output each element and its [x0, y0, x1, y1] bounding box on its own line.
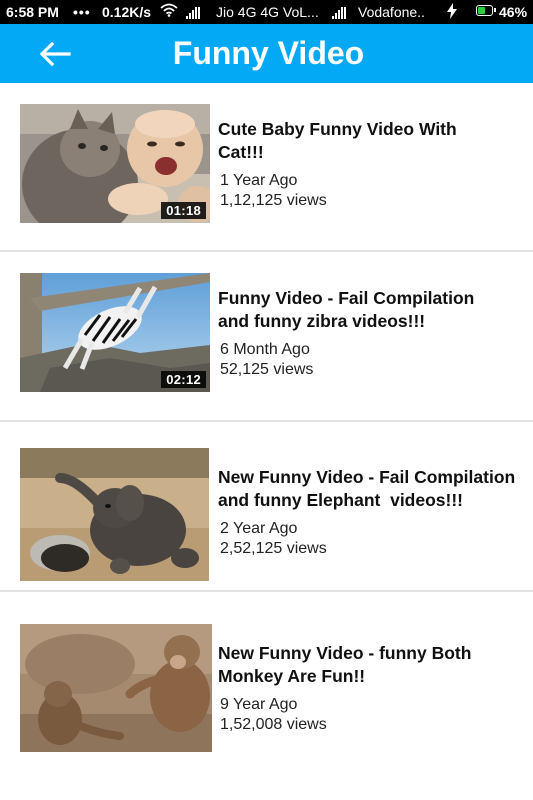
battery-percent: 46%: [499, 4, 528, 20]
video-duration: 01:18: [161, 202, 206, 219]
video-list: 01:18 Cute Baby Funny Video With Cat!!! …: [0, 83, 533, 792]
video-thumbnail[interactable]: 01:18: [20, 104, 210, 223]
video-meta: 1 Year Ago 1,12,125 views: [218, 171, 533, 211]
video-time-ago: 2 Year Ago: [220, 520, 298, 537]
list-item[interactable]: 01:18 Cute Baby Funny Video With Cat!!! …: [0, 83, 533, 250]
status-time: 6:58 PM: [6, 4, 59, 20]
video-title[interactable]: Funny Video - Fail Compilation and funny…: [218, 287, 533, 333]
carrier-2: Vodafone..: [358, 4, 425, 20]
video-meta: 9 Year Ago 1,52,008 views: [218, 695, 533, 735]
battery-icon: [476, 5, 496, 16]
video-duration: 02:12: [161, 371, 206, 388]
video-meta: 6 Month Ago 52,125 views: [218, 340, 533, 380]
list-item[interactable]: 02:12 Funny Video - Fail Compilation and…: [0, 252, 533, 420]
page-title: Funny Video: [172, 35, 365, 71]
video-time-ago: 1 Year Ago: [220, 172, 298, 189]
status-dots: •••: [73, 4, 91, 20]
network-speed: 0.12K/s: [102, 4, 152, 20]
arrow-left-icon: [39, 41, 71, 67]
video-thumbnail[interactable]: [20, 448, 209, 581]
video-thumbnail[interactable]: 02:12: [20, 273, 210, 392]
signal-icon-1: [186, 3, 200, 21]
list-item[interactable]: New Funny Video - funny Both Monkey Are …: [0, 592, 533, 792]
video-time-ago: 9 Year Ago: [220, 696, 298, 713]
video-thumbnail[interactable]: [20, 624, 212, 752]
video-views: 2,52,125 views: [220, 540, 327, 557]
back-button[interactable]: [38, 39, 72, 69]
video-title[interactable]: New Funny Video - funny Both Monkey Are …: [218, 642, 533, 688]
carrier-1: Jio 4G 4G VoL...: [216, 4, 319, 20]
app-bar: Funny Video: [0, 24, 533, 83]
video-views: 1,12,125 views: [220, 192, 327, 209]
signal-icon-2: [332, 3, 346, 21]
video-title[interactable]: Cute Baby Funny Video With Cat!!!: [218, 118, 533, 164]
battery-level: [478, 7, 485, 14]
video-title[interactable]: New Funny Video - Fail Compilation and f…: [218, 466, 533, 512]
status-bar: 6:58 PM ••• 0.12K/s Jio 4G 4G VoL... Vod…: [0, 0, 533, 24]
wifi-icon: [160, 3, 178, 21]
video-views: 1,52,008 views: [220, 716, 327, 733]
charging-icon: [447, 3, 457, 23]
list-item[interactable]: New Funny Video - Fail Compilation and f…: [0, 422, 533, 590]
video-views: 52,125 views: [220, 361, 314, 378]
video-meta: 2 Year Ago 2,52,125 views: [218, 519, 533, 559]
video-time-ago: 6 Month Ago: [220, 341, 310, 358]
